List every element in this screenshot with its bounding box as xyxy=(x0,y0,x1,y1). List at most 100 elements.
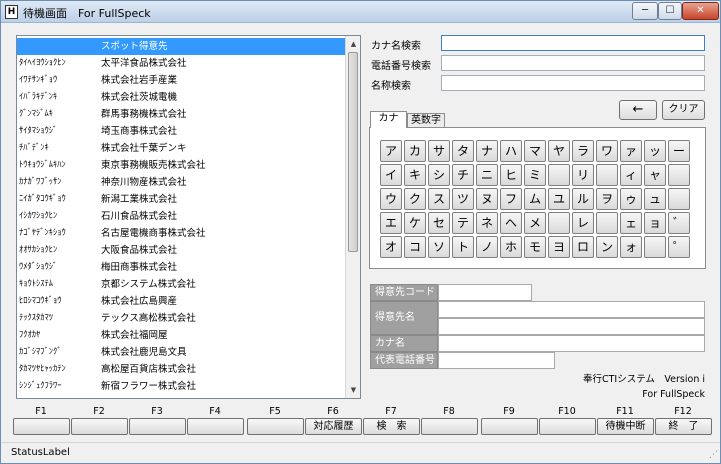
kana-key[interactable]: キ xyxy=(404,164,426,186)
kana-key[interactable]: フ xyxy=(500,188,522,210)
kana-key[interactable]: カ xyxy=(404,140,426,162)
kana-key[interactable]: ャ xyxy=(644,164,666,186)
kana-key[interactable]: ヨ xyxy=(548,236,570,258)
list-item[interactable]: ｼﾝｼﾞｭｸﾌﾗﾜｰ 新宿フラワー株式会社 xyxy=(17,378,347,395)
kana-key[interactable]: セ xyxy=(428,212,450,234)
kana-key[interactable]: タ xyxy=(452,140,474,162)
kana-key[interactable]: ネ xyxy=(476,212,498,234)
kana-key[interactable]: レ xyxy=(572,212,594,234)
function-key-button-f12[interactable]: 終 了 xyxy=(655,418,712,435)
close-button[interactable]: ✕ xyxy=(682,2,719,20)
kana-key[interactable]: ク xyxy=(404,188,426,210)
kana-key[interactable] xyxy=(548,212,570,234)
list-item[interactable]: ﾅｺﾞﾔﾃﾞﾝｷｼｮｳ 名古屋電機商事株式会社 xyxy=(17,225,347,242)
kana-key[interactable]: シ xyxy=(428,164,450,186)
kana-key[interactable] xyxy=(644,236,666,258)
kana-key[interactable]: マ xyxy=(524,140,546,162)
kana-key[interactable]: ソ xyxy=(428,236,450,258)
kana-key[interactable]: ロ xyxy=(572,236,594,258)
list-item[interactable]: ﾃｯｸｽﾀｶﾏﾂ テックス高松株式会社 xyxy=(17,310,347,327)
kana-key[interactable]: ホ xyxy=(500,236,522,258)
function-key-button-f9[interactable] xyxy=(481,418,538,435)
kana-key[interactable]: ー xyxy=(668,140,690,162)
function-key-button-f2[interactable] xyxy=(71,418,128,435)
function-key-button-f7[interactable]: 検 索 xyxy=(363,418,420,435)
list-scrollbar[interactable]: ▲ ▼ xyxy=(345,36,360,398)
kana-key[interactable]: ゜ xyxy=(668,236,690,258)
kana-key[interactable]: ン xyxy=(596,236,618,258)
kana-key[interactable] xyxy=(548,164,570,186)
kana-key[interactable]: ア xyxy=(380,140,402,162)
kana-key[interactable]: ヤ xyxy=(548,140,570,162)
kana-key[interactable]: ヲ xyxy=(596,188,618,210)
list-item[interactable]: ﾌｸｵｶﾔ 株式会社福岡屋 xyxy=(17,327,347,344)
list-item[interactable]: ｻｲﾀﾏｼｮｳｼﾞ 埼玉商事株式会社 xyxy=(17,123,347,140)
list-item[interactable]: スポット得意先 xyxy=(17,38,347,55)
list-item[interactable]: ﾀｶﾏﾂﾔﾋｬｯｶﾃﾝ 高松屋百貨店株式会社 xyxy=(17,361,347,378)
backspace-button[interactable]: ← xyxy=(619,100,657,120)
kana-key[interactable]: ヌ xyxy=(476,188,498,210)
kana-key[interactable] xyxy=(668,188,690,210)
kana-key[interactable]: エ xyxy=(380,212,402,234)
kana-key[interactable]: リ xyxy=(572,164,594,186)
list-item[interactable]: ｶﾅｶﾞﾜﾌﾞｯｻﾝ 神奈川物産株式会社 xyxy=(17,174,347,191)
list-item[interactable]: ｷｮｳﾄｼｽﾃﾑ 京都システム株式会社 xyxy=(17,276,347,293)
kana-key[interactable]: ゥ xyxy=(620,188,642,210)
kana-key[interactable]: ノ xyxy=(476,236,498,258)
clear-button[interactable]: クリア xyxy=(662,100,705,120)
list-item[interactable]: ｲｼｶﾜｼｮｸﾋﾝ 石川食品株式会社 xyxy=(17,208,347,225)
kana-key[interactable]: テ xyxy=(452,212,474,234)
kana-key[interactable]: ウ xyxy=(380,188,402,210)
scroll-down-icon[interactable]: ▼ xyxy=(347,383,360,397)
kana-key[interactable] xyxy=(596,212,618,234)
function-key-button-f6[interactable]: 対応履歴 xyxy=(305,418,362,435)
title-bar[interactable]: H 待機画面 For FullSpeck ─ ☐ ✕ xyxy=(1,1,720,23)
name-search-input[interactable] xyxy=(441,75,705,91)
maximize-button[interactable]: ☐ xyxy=(658,2,682,20)
kana-key[interactable]: ト xyxy=(452,236,474,258)
tab-kana[interactable]: カナ xyxy=(370,111,407,128)
list-item[interactable]: ﾋﾛｼﾏｺｳｷﾞｮｳ 株式会社広島興産 xyxy=(17,293,347,310)
function-key-button-f8[interactable] xyxy=(421,418,478,435)
function-key-button-f5[interactable] xyxy=(247,418,304,435)
kana-key[interactable]: ワ xyxy=(596,140,618,162)
scroll-thumb[interactable] xyxy=(348,52,358,252)
kana-key[interactable]: ム xyxy=(524,188,546,210)
kana-key[interactable]: ハ xyxy=(500,140,522,162)
kana-key[interactable]: メ xyxy=(524,212,546,234)
kana-key[interactable]: ニ xyxy=(476,164,498,186)
function-key-button-f11[interactable]: 待機中断 xyxy=(597,418,654,435)
kana-key[interactable]: ィ xyxy=(620,164,642,186)
kana-key[interactable] xyxy=(596,164,618,186)
scroll-up-icon[interactable]: ▲ xyxy=(347,37,360,51)
kana-key[interactable]: オ xyxy=(380,236,402,258)
list-item[interactable]: ｲﾜﾃｻﾝｷﾞｮｳ 株式会社岩手産業 xyxy=(17,72,347,89)
kana-key[interactable]: イ xyxy=(380,164,402,186)
kana-key[interactable]: ォ xyxy=(620,236,642,258)
kana-key[interactable]: チ xyxy=(452,164,474,186)
kana-key[interactable]: ッ xyxy=(644,140,666,162)
minimize-button[interactable]: ─ xyxy=(632,2,658,20)
list-item[interactable]: ｸﾞﾝﾏｼﾞﾑｷ 群馬事務機株式会社 xyxy=(17,106,347,123)
kana-key[interactable]: ユ xyxy=(548,188,570,210)
list-item[interactable]: ﾁﾊﾞﾃﾞﾝｷ 株式会社千葉デンキ xyxy=(17,140,347,157)
list-item[interactable]: ﾄｳｷｮｳｼﾞﾑｷﾊﾝ 東京事務機販売株式会社 xyxy=(17,157,347,174)
list-item[interactable]: ｲﾊﾞﾗｷﾃﾞﾝｷ 株式会社茨城電機 xyxy=(17,89,347,106)
list-item[interactable]: ｳﾒﾀﾞｼｮｳｼﾞ 梅田商事株式会社 xyxy=(17,259,347,276)
phone-search-input[interactable] xyxy=(441,55,705,71)
kana-key[interactable]: ヘ xyxy=(500,212,522,234)
customer-list[interactable]: スポット得意先 ﾀｲﾍｲﾖｳｼｮｸﾋﾝ 太平洋食品株式会社 ｲﾜﾃｻﾝｷﾞｮｳ … xyxy=(16,35,361,399)
list-item[interactable]: ﾀｲﾍｲﾖｳｼｮｸﾋﾝ 太平洋食品株式会社 xyxy=(17,55,347,72)
kana-key[interactable]: ァ xyxy=(620,140,642,162)
function-key-button-f1[interactable] xyxy=(13,418,70,435)
kana-key[interactable] xyxy=(668,164,690,186)
kana-key[interactable]: ミ xyxy=(524,164,546,186)
kana-key[interactable]: ラ xyxy=(572,140,594,162)
list-item[interactable]: ﾆｲｶﾞﾀｺｳｷﾞｮｳ 新潟工業株式会社 xyxy=(17,191,347,208)
function-key-button-f4[interactable] xyxy=(187,418,244,435)
function-key-button-f10[interactable] xyxy=(539,418,596,435)
tab-alphanumeric[interactable]: 英数字 xyxy=(407,113,445,128)
kana-key[interactable]: ヒ xyxy=(500,164,522,186)
list-item[interactable]: ｵｵｻｶｼｮｸﾋﾝ 大阪食品株式会社 xyxy=(17,242,347,259)
kana-key[interactable]: ュ xyxy=(644,188,666,210)
